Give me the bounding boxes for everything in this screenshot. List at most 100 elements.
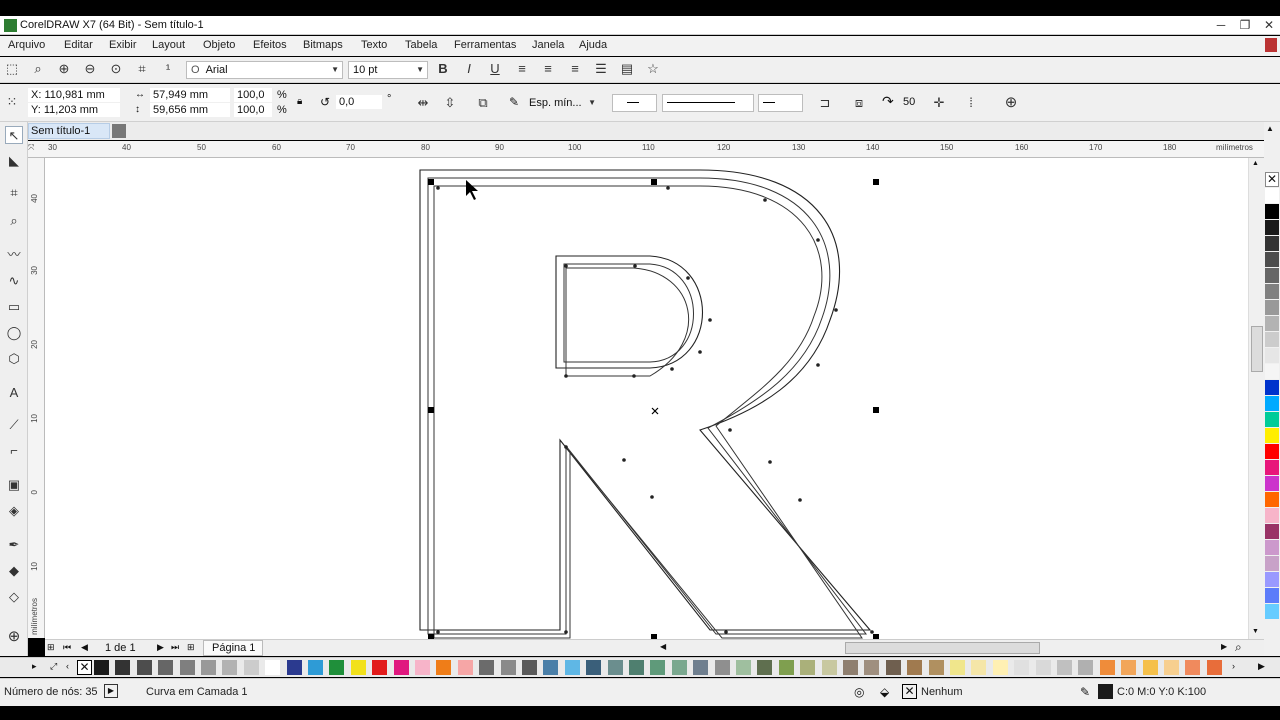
color-swatch[interactable] [1265, 364, 1279, 379]
color-swatch[interactable] [222, 660, 238, 675]
reference-point-icon[interactable]: ⁙ [3, 93, 21, 111]
add-tool-icon[interactable]: ⊕ [5, 628, 23, 646]
zoom-icon[interactable]: ⌕ [29, 60, 47, 78]
palette-next-icon[interactable]: › [1232, 661, 1235, 671]
zoom-out-icon[interactable]: ⊖ [81, 60, 99, 78]
color-swatch[interactable] [885, 660, 901, 675]
new-icon[interactable]: ⬚ [3, 60, 21, 78]
color-swatch[interactable] [1057, 660, 1072, 675]
color-swatch[interactable] [907, 660, 923, 675]
add-page-icon[interactable]: ⊞ [187, 642, 195, 653]
artistic-media-icon[interactable]: ∿ [5, 272, 23, 290]
close-curve-icon[interactable]: ⊐ [816, 94, 834, 112]
end-arrow-select[interactable] [758, 94, 803, 112]
smoothing-field[interactable]: 50 [900, 95, 930, 109]
transform-icon[interactable]: ⧉ [474, 94, 492, 112]
drop-cap-icon[interactable]: ▤ [618, 60, 636, 78]
color-swatch[interactable] [1265, 588, 1279, 603]
color-swatch[interactable] [1265, 252, 1279, 267]
rectangle-tool-icon[interactable]: ▭ [5, 298, 23, 316]
color-swatch[interactable] [971, 660, 987, 675]
palette-scroll-up-icon[interactable]: ▲ [1266, 124, 1274, 133]
color-swatch[interactable] [736, 660, 751, 675]
interactive-fill-icon[interactable]: ◆ [5, 562, 23, 580]
color-swatch[interactable] [800, 660, 816, 675]
slider-icon[interactable]: ✛ [930, 94, 948, 112]
next-page-icon[interactable]: ▶ [157, 642, 164, 653]
color-swatch[interactable] [714, 660, 730, 675]
nodes-icon[interactable]: ⁞ [962, 94, 980, 112]
bold-icon[interactable]: B [434, 60, 452, 78]
close-button[interactable]: ✕ [1258, 17, 1280, 33]
color-swatch[interactable] [950, 660, 965, 675]
color-swatch[interactable] [500, 660, 516, 675]
color-swatch[interactable] [286, 660, 302, 675]
smart-fill-icon[interactable]: ◇ [5, 588, 23, 606]
color-swatch[interactable] [757, 660, 773, 675]
menu-efeitos[interactable]: Efeitos [253, 39, 287, 51]
color-swatch[interactable] [1099, 660, 1115, 675]
document-tab[interactable]: Sem título-1 [28, 123, 110, 139]
height-field[interactable]: 59,656 mm [150, 103, 230, 117]
polygon-tool-icon[interactable]: ⬡ [5, 350, 23, 368]
color-swatch[interactable] [1185, 660, 1201, 675]
color-swatch[interactable] [1265, 428, 1279, 443]
color-swatch[interactable] [1164, 660, 1179, 675]
lock-ratio-icon[interactable]: 🔒︎ [297, 96, 302, 107]
drawing-canvas[interactable] [45, 158, 1248, 639]
color-swatch[interactable] [1265, 556, 1279, 571]
color-swatch[interactable] [778, 660, 794, 675]
color-swatch[interactable] [265, 660, 281, 675]
color-swatch[interactable] [94, 660, 109, 675]
ellipse-tool-icon[interactable]: ◯ [5, 324, 23, 342]
color-swatch[interactable] [1265, 460, 1279, 475]
align-center-icon[interactable]: ≡ [539, 60, 557, 78]
vertical-ruler[interactable]: 40 30 20 10 0 10 milímetros [28, 158, 45, 638]
color-swatch[interactable] [821, 660, 837, 675]
menu-texto[interactable]: Texto [361, 39, 387, 51]
shape-tool-icon[interactable]: ◣ [5, 152, 23, 170]
menu-janela[interactable]: Janela [532, 39, 564, 51]
color-swatch[interactable] [1206, 660, 1222, 675]
wrap-text-icon[interactable]: ⧈ [850, 94, 868, 112]
color-swatch[interactable] [1265, 604, 1279, 619]
color-swatch[interactable] [1265, 284, 1279, 299]
scale-x-field[interactable]: 100,0 [234, 88, 272, 102]
color-swatch[interactable] [1121, 660, 1137, 675]
connector-tool-icon[interactable]: ⌐ [5, 442, 23, 460]
color-swatch[interactable] [1265, 540, 1279, 555]
color-swatch[interactable] [843, 660, 858, 675]
zoom-navigator-icon[interactable]: ⌕ [1235, 640, 1242, 655]
zoom-tool-icon[interactable]: ⌕ [5, 212, 23, 230]
font-family-select[interactable]: O Arial ▼ [186, 61, 343, 79]
scroll-right-icon[interactable]: ▶ [1221, 642, 1227, 651]
color-swatch[interactable] [329, 660, 345, 675]
page-tab[interactable]: Página 1 [203, 640, 263, 656]
menu-tabela[interactable]: Tabela [405, 39, 437, 51]
transparency-tool-icon[interactable]: ◈ [5, 502, 23, 520]
color-swatch[interactable] [543, 660, 559, 675]
font-size-select[interactable]: 10 pt ▼ [348, 61, 428, 79]
mirror-vertical-icon[interactable]: ⇳ [441, 94, 459, 112]
color-swatch[interactable] [1014, 660, 1030, 675]
crop-tool-icon[interactable]: ⌗ [5, 184, 23, 202]
color-swatch[interactable] [350, 660, 366, 675]
color-swatch[interactable] [372, 660, 388, 675]
color-swatch[interactable] [201, 660, 216, 675]
color-swatch[interactable] [1265, 188, 1279, 203]
zoom-100-icon[interactable]: ¹ [159, 60, 177, 78]
color-swatch[interactable] [158, 660, 174, 675]
color-swatch[interactable] [179, 660, 195, 675]
align-right-icon[interactable]: ≡ [566, 60, 584, 78]
color-swatch[interactable] [479, 660, 495, 675]
menu-arquivo[interactable]: Arquivo [8, 39, 45, 51]
color-swatch[interactable] [1265, 236, 1279, 251]
minimize-button[interactable]: ─ [1210, 17, 1232, 33]
scroll-down-icon[interactable]: ▼ [1252, 628, 1259, 635]
align-left-icon[interactable]: ≡ [513, 60, 531, 78]
menu-ajuda[interactable]: Ajuda [579, 39, 607, 51]
color-swatch[interactable] [693, 660, 709, 675]
color-swatch[interactable] [1035, 660, 1051, 675]
color-swatch[interactable] [1265, 380, 1279, 395]
color-swatch[interactable] [1265, 396, 1279, 411]
